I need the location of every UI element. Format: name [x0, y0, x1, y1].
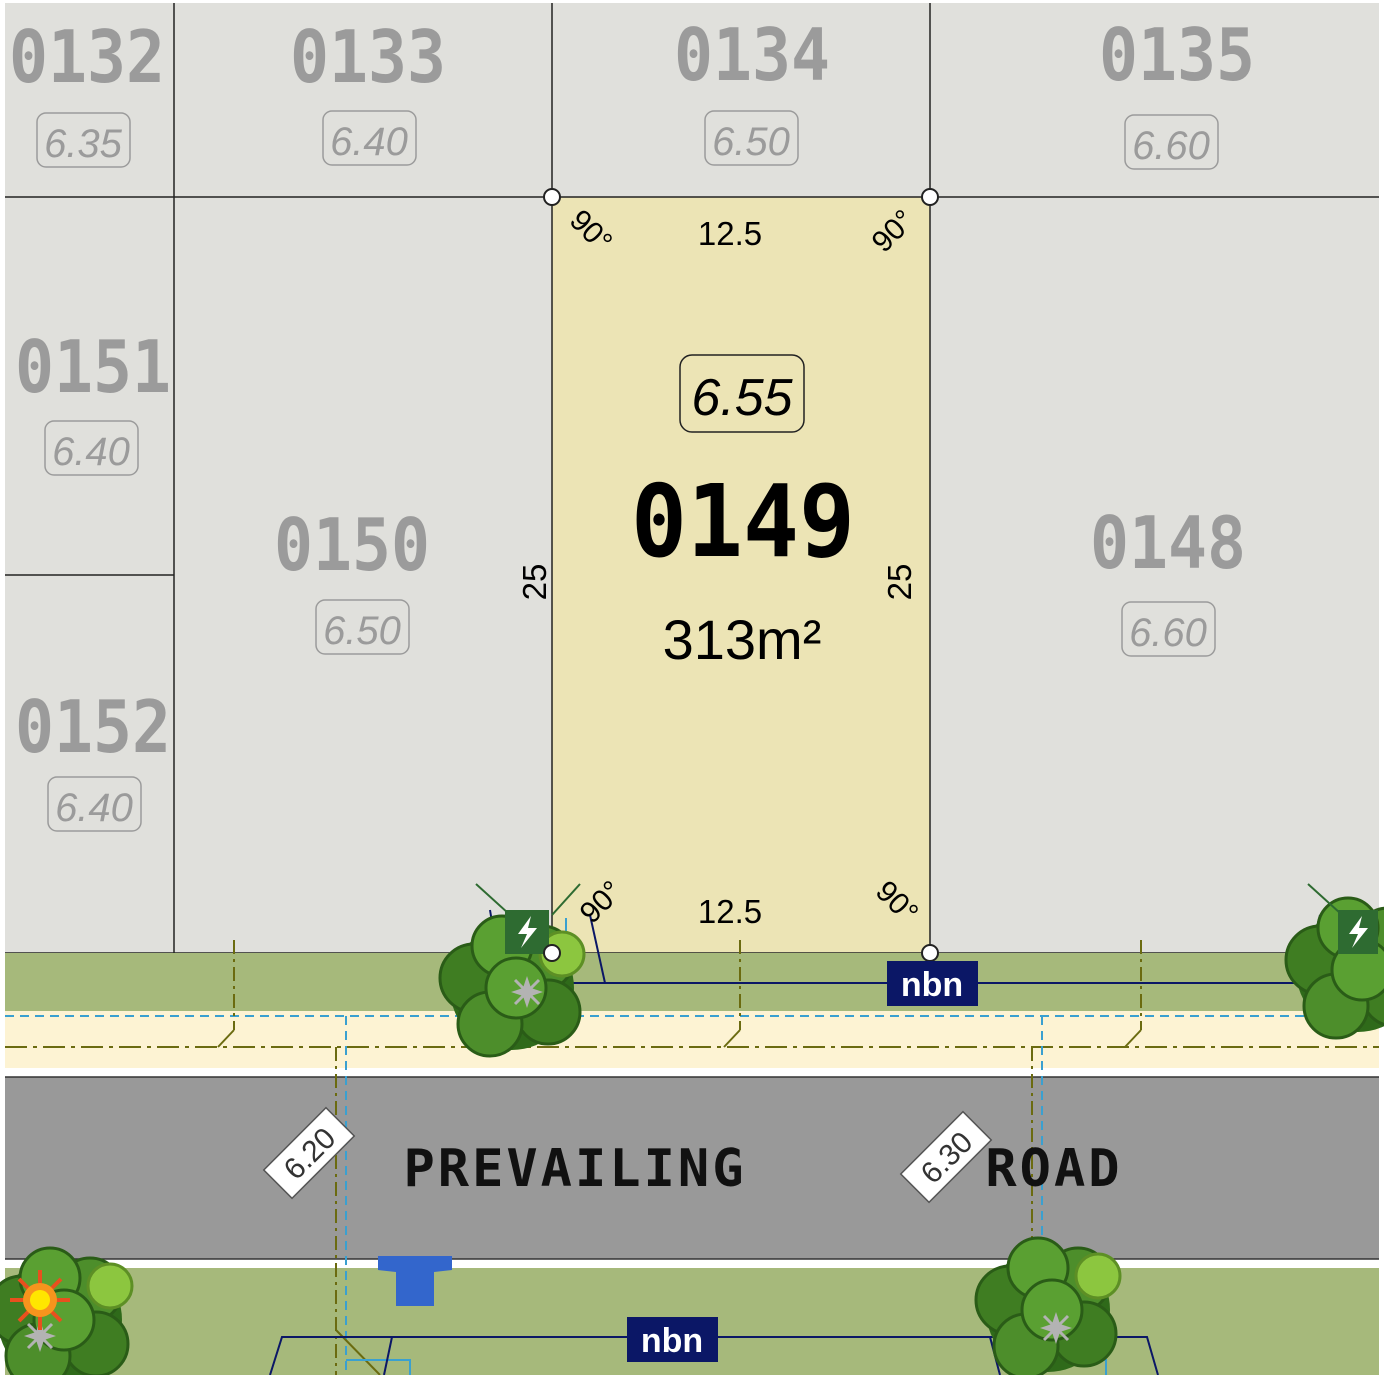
survey-peg-icon	[509, 974, 545, 1010]
lot-number: 0150	[274, 503, 430, 587]
nbn-label: nbn	[901, 966, 963, 1004]
subject-lot-number: 0149	[631, 463, 855, 580]
lot-level: 6.40	[52, 430, 130, 474]
dimension-top: 12.5	[698, 215, 762, 252]
footpath	[5, 1011, 1379, 1068]
lot-number: 0134	[674, 13, 830, 97]
lot-level: 6.40	[330, 120, 408, 164]
lot-number: 0151	[15, 325, 171, 409]
tree-icon	[0, 1246, 134, 1375]
road-name-part1: PREVAILING	[403, 1139, 746, 1199]
road-name-part2: ROAD	[985, 1139, 1122, 1199]
lot-level: 6.40	[55, 786, 133, 830]
lot-number: 0148	[1090, 501, 1246, 585]
lot-level: 6.50	[323, 609, 401, 653]
lot-number: 0152	[15, 685, 171, 769]
lot-number: 0132	[9, 15, 165, 99]
lot-number: 0135	[1099, 13, 1255, 97]
subject-lot-area: 313m²	[663, 608, 822, 671]
lot-number: 0133	[290, 15, 446, 99]
nbn-label: nbn	[641, 1322, 703, 1360]
dimension-left: 25	[516, 564, 553, 601]
subject-lot-level: 6.55	[691, 369, 793, 427]
lot-level: 6.60	[1132, 124, 1210, 168]
lot-plan-map: 0132 0133 0134 0135 0151 0150 0148 0152 …	[0, 3, 1384, 1375]
dimension-right: 25	[881, 564, 918, 601]
dimension-bottom: 12.5	[698, 893, 762, 930]
street-light-icon	[10, 1270, 70, 1330]
lot-level: 6.50	[712, 120, 790, 164]
survey-peg-icon	[1038, 1310, 1074, 1346]
lot-level: 6.35	[44, 122, 123, 166]
lot-level: 6.60	[1129, 611, 1207, 655]
